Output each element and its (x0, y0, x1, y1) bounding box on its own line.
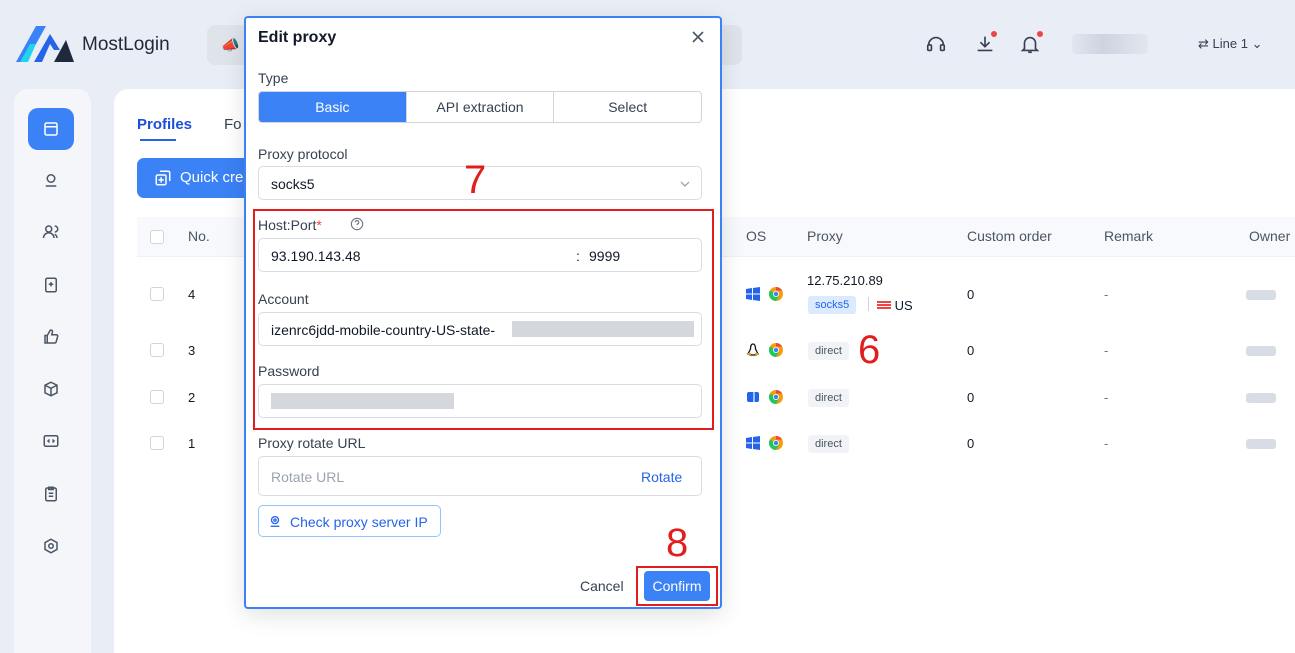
chrome-icon (768, 435, 783, 451)
cancel-button[interactable]: Cancel (580, 578, 624, 594)
row-checkbox[interactable] (150, 390, 164, 404)
code-window-icon (43, 435, 59, 447)
column-remark: Remark (1104, 228, 1154, 244)
sidebar-item-team[interactable] (28, 211, 74, 253)
network-icon: ⇄ (1198, 36, 1213, 51)
rotate-url-label: Proxy rotate URL (258, 435, 366, 451)
chrome-icon (768, 286, 783, 302)
macos-icon (747, 392, 759, 402)
dialog-title: Edit proxy (258, 29, 337, 46)
rotate-url-input[interactable]: Rotate URL Rotate (258, 456, 702, 496)
check-proxy-ip-button[interactable]: Check proxy server IP (258, 505, 441, 537)
sidebar-item-feedback[interactable] (28, 316, 74, 358)
sidebar-item-settings[interactable] (28, 525, 74, 567)
line-selector[interactable]: ⇄ Line 1 ⌄ (1198, 36, 1262, 52)
linux-icon (747, 343, 759, 356)
proxy-direct-badge: direct (808, 389, 849, 407)
row-checkbox[interactable] (150, 343, 164, 357)
close-icon[interactable] (690, 29, 706, 45)
rotate-button[interactable]: Rotate (641, 469, 682, 485)
sidebar-item-profiles[interactable] (28, 108, 74, 150)
redacted-account-part (512, 321, 694, 337)
password-label: Password (258, 363, 320, 379)
host-port-label: Host:Port* (258, 217, 322, 233)
select-all-checkbox[interactable] (150, 230, 164, 244)
download-badge (991, 31, 997, 37)
type-option-basic[interactable]: Basic (259, 92, 406, 122)
type-option-api-extraction[interactable]: API extraction (405, 92, 554, 122)
confirm-button[interactable]: Confirm (644, 571, 710, 601)
proxy-ip: 12.75.210.89 (807, 273, 883, 288)
row-checkbox[interactable] (150, 287, 164, 301)
owner-name (1246, 346, 1276, 356)
column-os: OS (746, 228, 767, 244)
add-window-icon (155, 170, 171, 186)
cube-icon (44, 381, 58, 397)
chrome-icon (768, 389, 783, 405)
sidebar-item-proxy[interactable] (28, 159, 74, 201)
megaphone-icon: 📣 (221, 37, 240, 54)
chevron-down-icon (680, 181, 690, 187)
browser-window-icon (44, 122, 58, 136)
account-label: Account (258, 291, 309, 307)
type-label: Type (258, 70, 289, 86)
windows-icon (746, 287, 760, 301)
announcement-bar-end (722, 25, 742, 65)
notification-badge (1037, 31, 1043, 37)
us-flag-icon (877, 301, 891, 310)
password-input[interactable] (258, 384, 702, 418)
chevron-down-icon: ⌄ (1251, 36, 1263, 51)
sidebar-item-extensions[interactable] (28, 368, 74, 410)
bookmark-add-icon (45, 277, 57, 293)
column-owner: Owner (1249, 228, 1291, 244)
location-pin-icon (270, 515, 280, 527)
account-input[interactable]: izenrc6jdd-mobile-country-US-state- (258, 312, 702, 346)
host-port-input[interactable]: 93.190.143.48 : 9999 (258, 238, 702, 272)
annotation-step-8: 8 (666, 521, 689, 565)
proxy-type-badge: socks5 (808, 296, 857, 314)
sidebar-item-bookmarks[interactable] (28, 264, 74, 306)
chrome-icon (768, 342, 783, 358)
gear-icon (44, 538, 58, 554)
column-custom-order[interactable]: Custom order (967, 228, 1052, 244)
sidebar (14, 89, 91, 653)
tab-profiles[interactable]: Profiles (137, 116, 192, 133)
owner-name (1246, 290, 1276, 300)
help-icon[interactable] (350, 217, 364, 231)
redacted-password (271, 393, 454, 409)
brand-name: MostLogin (82, 34, 170, 55)
owner-name (1246, 393, 1276, 403)
windows-icon (746, 436, 760, 450)
owner-name (1246, 439, 1276, 449)
row-checkbox[interactable] (150, 436, 164, 450)
headset-icon[interactable] (925, 33, 947, 55)
country-label: US (877, 298, 913, 313)
proxy-direct-badge: direct (808, 435, 849, 453)
column-no: No. (188, 228, 210, 244)
mostlogin-logo (16, 26, 74, 62)
port-value: 9999 (589, 248, 621, 264)
sidebar-item-api[interactable] (28, 420, 74, 462)
clipboard-icon (45, 486, 57, 502)
column-proxy: Proxy (807, 228, 843, 244)
annotation-step-7: 7 (464, 158, 487, 202)
proxy-type-segmented-control: Basic API extraction Select (258, 91, 702, 123)
proxy-direct-badge: direct (808, 342, 849, 360)
thumbs-up-icon (44, 329, 59, 344)
sidebar-item-logs[interactable] (28, 473, 74, 515)
user-account[interactable] (1072, 34, 1148, 54)
annotation-step-6: 6 (858, 328, 881, 372)
protocol-label: Proxy protocol (258, 146, 348, 162)
host-value: 93.190.143.48 (271, 248, 361, 264)
edit-proxy-dialog: Edit proxy Type Basic API extraction Sel… (244, 16, 722, 609)
tab-folders[interactable]: Fo (224, 116, 242, 133)
location-pin-icon (45, 174, 57, 187)
active-tab-indicator (140, 139, 176, 141)
users-icon (42, 225, 59, 239)
type-option-select[interactable]: Select (553, 92, 701, 122)
